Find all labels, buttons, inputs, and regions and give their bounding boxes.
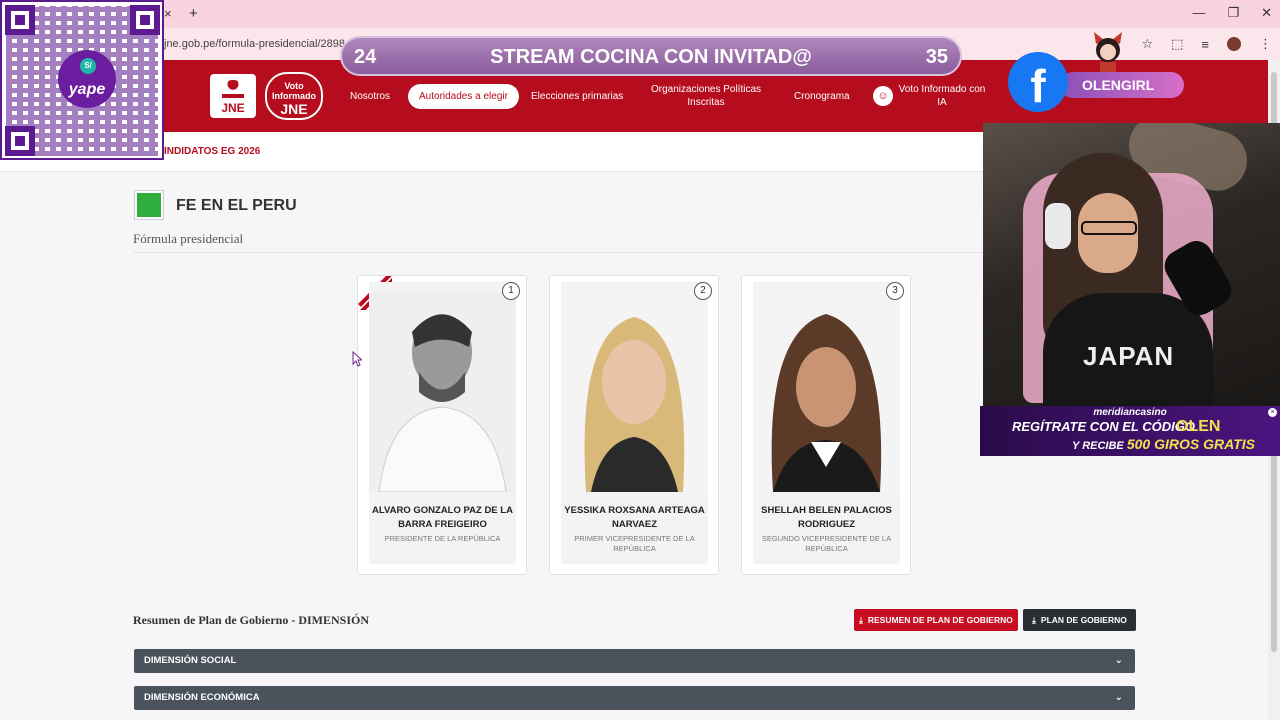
chevron-down-icon: ⌄ (1114, 655, 1123, 666)
nav-organizaciones[interactable]: Organizaciones Políticas Inscritas (650, 83, 762, 109)
shirt-text: JAPAN (1083, 341, 1175, 371)
download-icon: ⤓ (859, 614, 863, 625)
promo-line2: Y RECIBE 500 GIROS GRATIS (1072, 436, 1255, 452)
promo-code: OLEN (1176, 418, 1221, 435)
candidate-photo (561, 292, 708, 492)
voto-logo-line1: Voto (284, 81, 304, 91)
voto-logo-line3: JNE (280, 101, 308, 117)
media-control-icon[interactable]: ≡ (1201, 37, 1209, 52)
section-divider (133, 252, 983, 253)
browser-tab-strip: × + — ❐ ✕ (0, 0, 1280, 28)
casino-promo-banner: meridiancasino REGÍTRATE CON EL CÓDIGO O… (980, 406, 1280, 456)
facebook-handle: OLENGIRL (1060, 72, 1184, 98)
candidate-card[interactable]: 1 ALVARO GONZALO PAZ DE LA BARRA FREIGEI… (357, 275, 527, 575)
candidate-card[interactable]: 3 SHELLAH BELEN PALACIOS RODRIGUEZ SEGUN… (741, 275, 911, 575)
tab-close-icon[interactable]: × (164, 6, 172, 21)
new-tab-icon[interactable]: + (189, 5, 198, 22)
yape-label: yape (68, 81, 106, 98)
jne-logo-text: JNE (221, 101, 245, 115)
banner-title: STREAM COCINA CON INVITAD@ (490, 46, 812, 68)
breadcrumb[interactable]: INDIDATOS EG 2026 (164, 146, 260, 157)
candidate-role: SEGUNDO VICEPRESIDENTE DE LA REPÚBLICA (761, 534, 892, 553)
yape-qr-code: S/ yape (0, 0, 164, 160)
accordion-dimension-social[interactable]: DIMENSIÓN SOCIAL ⌄ (134, 649, 1135, 673)
browser-menu-icon[interactable]: ⋮ (1259, 36, 1272, 52)
close-icon[interactable]: × (1268, 408, 1277, 417)
promo-line1: REGÍTRATE CON EL CÓDIGO (1012, 419, 1195, 434)
candidate-photo (369, 292, 516, 492)
robot-icon: ☺ (873, 86, 893, 106)
candidate-role: PRESIDENTE DE LA REPÚBLICA (384, 534, 501, 543)
restore-icon[interactable]: ❐ (1227, 5, 1239, 21)
extensions-icon[interactable]: ⬚ (1171, 36, 1183, 52)
formula-title: Fórmula presidencial (133, 231, 244, 246)
qr-finder-icon (5, 126, 35, 156)
stream-banner: STREAM COCINA CON INVITAD@ 24 35 (340, 36, 962, 76)
promo-highlight: 500 GIROS GRATIS (1126, 436, 1255, 452)
profile-avatar[interactable] (1227, 37, 1241, 51)
candidate-role: PRIMER VICEPRESIDENTE DE LA REPÚBLICA (574, 534, 695, 553)
facebook-icon: f (1008, 52, 1068, 112)
qr-finder-icon (130, 5, 160, 35)
voto-informado-logo[interactable]: Voto Informado JNE (265, 72, 323, 120)
nav-elecciones-primarias[interactable]: Elecciones primarias (531, 90, 623, 103)
download-plan-label: PLAN DE GOBIERNO (1040, 615, 1127, 625)
yape-logo: S/ yape (58, 50, 116, 108)
candidate-name: YESSIKA ROXSANA ARTEAGA NARVAEZ (564, 505, 705, 530)
jne-emblem-icon (222, 80, 244, 98)
download-plan-button[interactable]: ⤓ PLAN DE GOBIERNO (1023, 609, 1136, 631)
candidate-number: 3 (886, 282, 904, 300)
download-icon: ⤓ (1032, 614, 1036, 625)
candidate-card[interactable]: 2 YESSIKA ROXSANA ARTEAGA NARVAEZ PRIMER… (549, 275, 719, 575)
banner-right-number: 35 (925, 46, 948, 68)
chevron-down-icon: ⌄ (1114, 692, 1123, 703)
download-summary-button[interactable]: ⤓ RESUMEN DE PLAN DE GOBIERNO (854, 609, 1018, 631)
candidate-number: 1 (502, 282, 520, 300)
headset-icon (1045, 203, 1071, 249)
close-window-icon[interactable]: ✕ (1261, 5, 1272, 21)
accordion-label: DIMENSIÓN SOCIAL (144, 655, 237, 666)
mascot-icon (1094, 32, 1122, 72)
party-logo (134, 190, 164, 220)
bookmark-star-icon[interactable]: ☆ (1141, 36, 1153, 52)
promo-brand: meridiancasino (1093, 407, 1167, 418)
address-bar[interactable]: jne.gob.pe/formula-presidencial/2898 (164, 38, 345, 50)
party-name: FE EN EL PERU (176, 197, 297, 214)
accordion-label: DIMENSIÓN ECONÓMICA (144, 692, 260, 703)
candidate-name: ALVARO GONZALO PAZ DE LA BARRA FREIGEIRO (372, 505, 513, 530)
banner-left-number: 24 (354, 46, 377, 68)
nav-autoridades[interactable]: Autoridades a elegir (408, 84, 519, 109)
yape-currency: S/ (80, 58, 96, 74)
download-summary-label: RESUMEN DE PLAN DE GOBIERNO (867, 615, 1013, 625)
candidate-photo (753, 292, 900, 492)
qr-finder-icon (5, 5, 35, 35)
plan-summary-title: Resumen de Plan de Gobierno - DIMENSIÓN (133, 613, 370, 627)
mouse-cursor-icon (352, 351, 362, 367)
nav-nosotros[interactable]: Nosotros (350, 90, 390, 103)
accordion-dimension-economica[interactable]: DIMENSIÓN ECONÓMICA ⌄ (134, 686, 1135, 710)
toolbar-icons: ☆ ⬚ ≡ ⋮ (1141, 36, 1272, 52)
window-controls: — ❐ ✕ (1192, 5, 1272, 21)
voto-logo-line2: Informado (272, 91, 316, 101)
candidate-name: SHELLAH BELEN PALACIOS RODRIGUEZ (761, 505, 892, 530)
webcam-feed: JAPAN (983, 123, 1280, 406)
jne-logo[interactable]: JNE (210, 74, 256, 118)
minimize-icon[interactable]: — (1192, 5, 1205, 21)
nav-voto-ia[interactable]: Voto Informado con IA (898, 83, 986, 109)
nav-cronograma[interactable]: Cronograma (794, 90, 850, 103)
candidate-number: 2 (694, 282, 712, 300)
